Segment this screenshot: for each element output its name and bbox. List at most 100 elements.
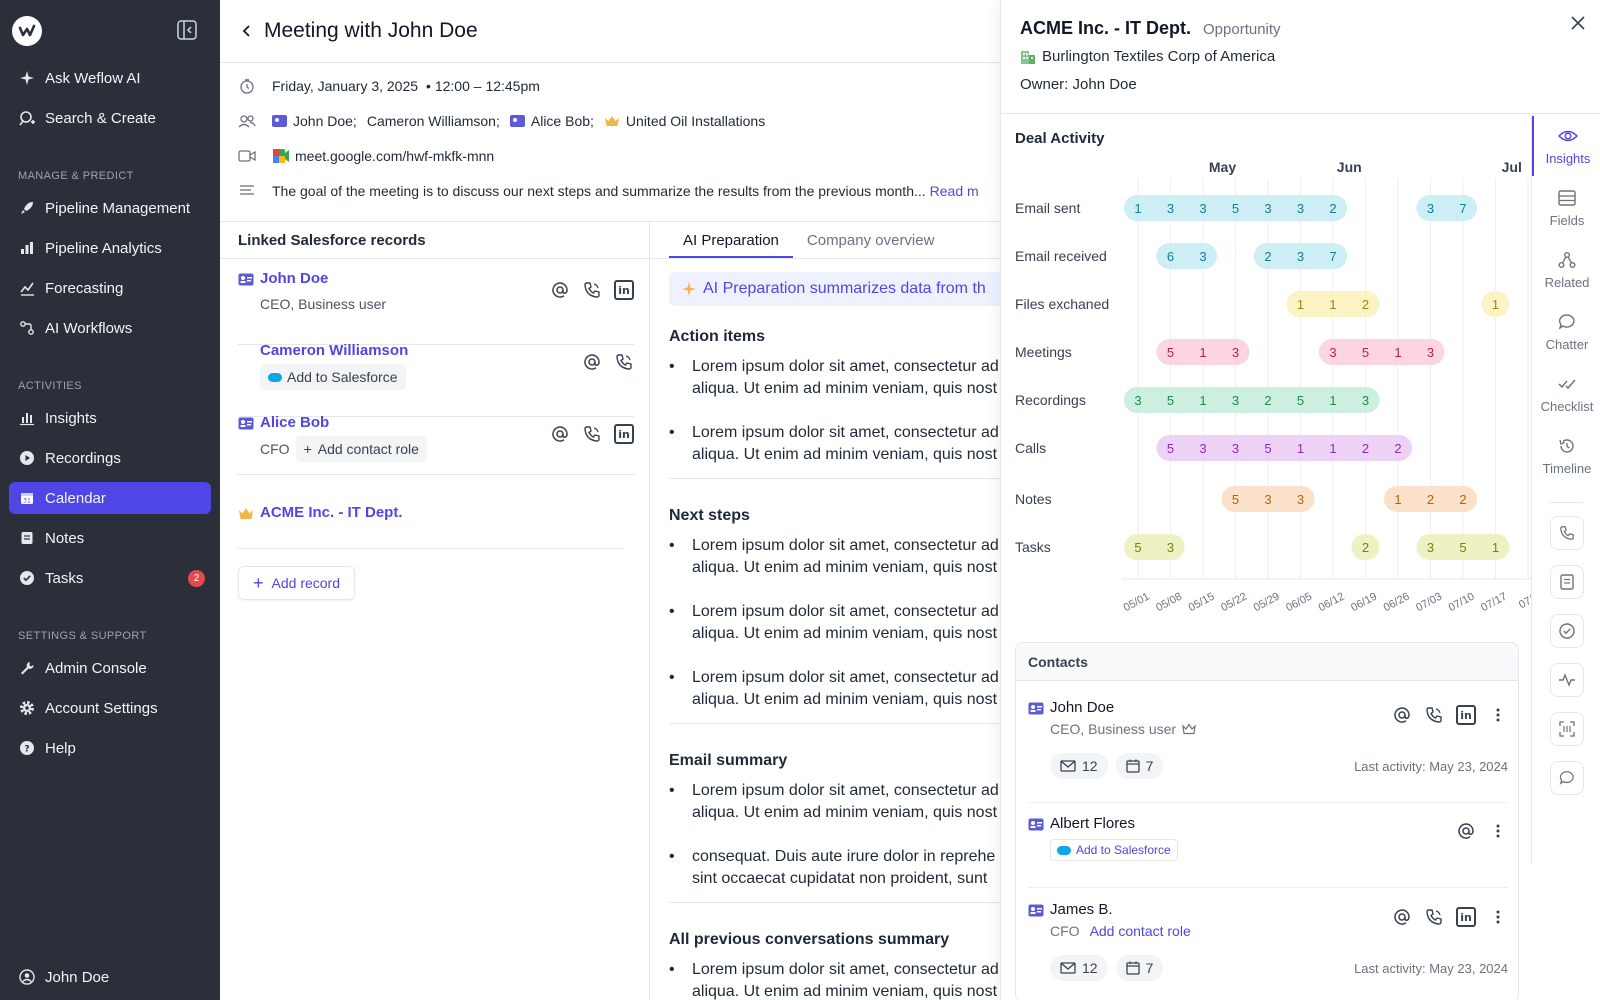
tab-company-overview[interactable]: Company overview <box>793 222 949 258</box>
opportunity-header: ACME Inc. - IT Dept. Opportunity <box>1020 18 1281 39</box>
eye-icon <box>1558 126 1578 146</box>
sidebar-item-admin-console[interactable]: Admin Console <box>9 652 211 684</box>
phone-icon[interactable] <box>1424 705 1444 725</box>
people-icon <box>238 112 256 130</box>
attendee-john-doe[interactable]: John Doe; <box>272 113 357 129</box>
more-vertical-icon[interactable] <box>1488 705 1508 725</box>
record-subtitle: CFO + Add contact role <box>260 436 427 462</box>
more-vertical-icon[interactable] <box>1488 907 1508 927</box>
sidebar-item-ai-workflows[interactable]: AI Workflows <box>9 312 211 344</box>
activity-pulse-button[interactable] <box>1550 663 1584 697</box>
linkedin-icon[interactable]: in <box>1456 705 1476 725</box>
rail-label: Chatter <box>1545 337 1589 352</box>
contact-name[interactable]: James B. <box>1050 901 1113 918</box>
sidebar-item-calendar[interactable]: 31 Calendar <box>9 482 211 514</box>
phone-icon[interactable] <box>1424 907 1444 927</box>
record-name-link[interactable]: Cameron Williamson <box>260 342 408 359</box>
sidebar-item-label: Calendar <box>45 489 106 507</box>
email-at-icon[interactable] <box>1392 907 1412 927</box>
x-tick-label: 05/08 <box>1154 591 1184 615</box>
bullet-line: aliqua. Ut enim ad minim veniam, quis no… <box>692 380 998 397</box>
activity-count: 2 <box>1362 441 1369 456</box>
rail-tab-insights[interactable]: Insights <box>1532 116 1600 176</box>
opportunity-panel: ACME Inc. - IT Dept. Opportunity Burling… <box>1000 0 1600 1000</box>
email-at-icon[interactable] <box>1392 705 1412 725</box>
sidebar-item-account-settings[interactable]: Account Settings <box>9 692 211 724</box>
record-name-link[interactable]: Alice Bob <box>260 414 329 431</box>
sidebar-item-label: Ask Weflow AI <box>45 69 141 87</box>
back-chevron-icon[interactable] <box>238 22 256 40</box>
log-call-button[interactable] <box>1550 516 1584 550</box>
email-at-icon[interactable] <box>550 424 570 444</box>
stat-value: 7 <box>1145 960 1154 976</box>
activity-count: 7 <box>1459 201 1466 216</box>
phone-icon[interactable] <box>582 280 602 300</box>
rail-tab-related[interactable]: Related <box>1532 240 1600 300</box>
more-vertical-icon[interactable] <box>1488 821 1508 841</box>
attendee-cameron-williamson[interactable]: Cameron Williamson; <box>367 113 500 129</box>
chat-bubble-icon <box>1557 312 1577 332</box>
email-at-icon[interactable] <box>550 280 570 300</box>
page-header: Meeting with John Doe <box>238 16 478 46</box>
x-tick-label: 05/01 <box>1122 591 1152 615</box>
sidebar-user-profile[interactable]: John Doe <box>9 961 211 993</box>
sidebar-item-notes[interactable]: Notes <box>9 522 211 554</box>
add-to-salesforce-button[interactable]: Add to Salesforce <box>1050 839 1178 861</box>
svg-text:31: 31 <box>23 498 31 505</box>
rail-tab-checklist[interactable]: Checklist <box>1532 364 1600 424</box>
close-icon[interactable] <box>1569 14 1587 32</box>
add-note-button[interactable] <box>1550 565 1584 599</box>
linkedin-icon[interactable]: in <box>614 280 634 300</box>
account-name[interactable]: Burlington Textiles Corp of America <box>1042 48 1275 65</box>
bullet-line: Lorem ipsum dolor sit amet, consectetur … <box>692 358 999 375</box>
contact-stats: 12 7 <box>1050 753 1164 779</box>
sidebar-item-pipeline-analytics[interactable]: Pipeline Analytics <box>9 232 211 264</box>
attendee-alice-bob[interactable]: Alice Bob; <box>509 113 594 129</box>
rail-tab-fields[interactable]: Fields <box>1532 178 1600 238</box>
contact-name[interactable]: Albert Flores <box>1050 815 1135 832</box>
rail-tab-chatter[interactable]: Chatter <box>1532 302 1600 362</box>
add-contact-role-link[interactable]: Add contact role <box>1090 923 1191 939</box>
activity-count: 3 <box>1134 393 1141 408</box>
bar-chart-icon <box>18 239 36 257</box>
phone-icon[interactable] <box>614 352 634 372</box>
sidebar-item-forecasting[interactable]: Forecasting <box>9 272 211 304</box>
activity-count: 5 <box>1264 441 1271 456</box>
record-name-link[interactable]: ACME Inc. - IT Dept. <box>260 504 403 521</box>
google-meet-icon <box>273 149 289 163</box>
activity-count: 3 <box>1232 345 1239 360</box>
sidebar-item-help[interactable]: ? Help <box>9 732 211 764</box>
attendee-united-oil[interactable]: United Oil Installations <box>604 113 765 129</box>
add-to-salesforce-button[interactable]: Add to Salesforce <box>260 364 406 390</box>
comment-button[interactable] <box>1550 761 1584 795</box>
add-contact-role-button[interactable]: + Add contact role <box>295 436 427 462</box>
sidebar-item-tasks[interactable]: Tasks 2 <box>9 562 211 594</box>
read-more-link[interactable]: Read m <box>930 183 979 199</box>
banner-text: AI Preparation summarizes data from th <box>703 280 986 297</box>
sidebar-item-insights[interactable]: Insights <box>9 402 211 434</box>
weflow-logo[interactable] <box>12 16 42 46</box>
sidebar-item-recordings[interactable]: Recordings <box>9 442 211 474</box>
divider <box>220 62 1000 63</box>
tab-ai-preparation[interactable]: AI Preparation <box>669 222 793 258</box>
calendar-icon: 31 <box>18 489 36 507</box>
add-task-button[interactable] <box>1550 614 1584 648</box>
linkedin-icon[interactable]: in <box>1456 907 1476 927</box>
sidebar-item-search-create[interactable]: Search & Create <box>9 102 211 134</box>
sidebar-item-ask-weflow-ai[interactable]: Ask Weflow AI <box>9 62 211 94</box>
collapse-sidebar-icon[interactable] <box>176 19 200 43</box>
add-record-button[interactable]: + Add record <box>238 566 355 600</box>
email-at-icon[interactable] <box>1456 821 1476 841</box>
record-name-link[interactable]: John Doe <box>260 270 328 287</box>
meeting-link[interactable]: meet.google.com/hwf-mkfk-mnn <box>295 148 494 164</box>
sidebar-item-pipeline-management[interactable]: Pipeline Management <box>9 192 211 224</box>
scan-button[interactable] <box>1550 712 1584 746</box>
rail-tab-timeline[interactable]: Timeline <box>1532 426 1600 486</box>
tab-bar: AI Preparation Company overview <box>669 222 948 258</box>
activity-count: 3 <box>1232 441 1239 456</box>
contact-name[interactable]: John Doe <box>1050 699 1114 716</box>
phone-icon[interactable] <box>582 424 602 444</box>
phone-icon <box>1559 525 1575 541</box>
linkedin-icon[interactable]: in <box>614 424 634 444</box>
email-at-icon[interactable] <box>582 352 602 372</box>
